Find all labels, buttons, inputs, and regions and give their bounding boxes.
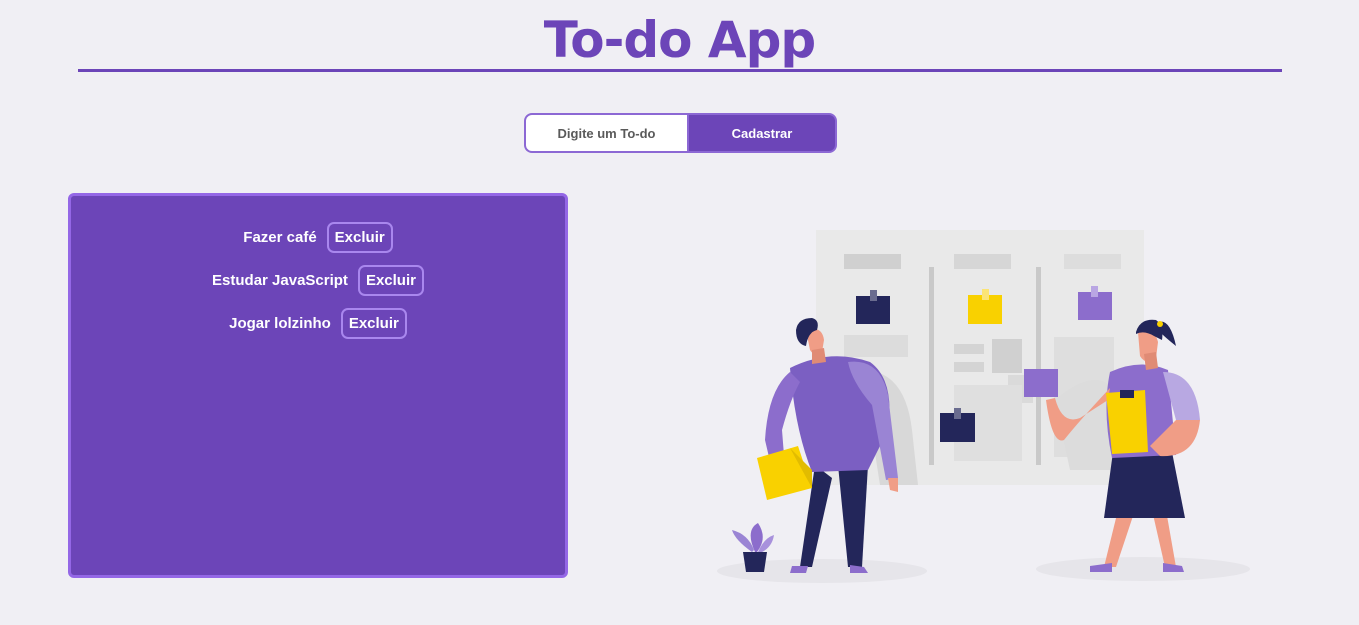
todo-input[interactable] bbox=[524, 113, 687, 153]
todo-text: Estudar JavaScript bbox=[212, 272, 348, 289]
todo-app-page: To-do App Cadastrar Fazer café Excluir E… bbox=[0, 0, 1359, 625]
todo-form: Cadastrar bbox=[524, 113, 837, 153]
todo-list: Fazer café Excluir Estudar JavaScript Ex… bbox=[68, 193, 568, 578]
page-title: To-do App bbox=[543, 11, 816, 69]
kanban-board-team-illustration bbox=[717, 230, 1250, 583]
todo-item: Estudar JavaScript Excluir bbox=[71, 259, 565, 302]
delete-todo-button[interactable]: Excluir bbox=[340, 308, 407, 339]
todo-item: Jogar lolzinho Excluir bbox=[71, 302, 565, 345]
title-underline bbox=[78, 69, 1282, 72]
add-todo-button[interactable]: Cadastrar bbox=[687, 113, 837, 153]
todo-text: Fazer café bbox=[243, 229, 317, 246]
delete-todo-button[interactable]: Excluir bbox=[357, 265, 424, 296]
todo-text: Jogar lolzinho bbox=[229, 315, 331, 332]
todo-item: Fazer café Excluir bbox=[71, 216, 565, 259]
delete-todo-button[interactable]: Excluir bbox=[326, 222, 393, 253]
